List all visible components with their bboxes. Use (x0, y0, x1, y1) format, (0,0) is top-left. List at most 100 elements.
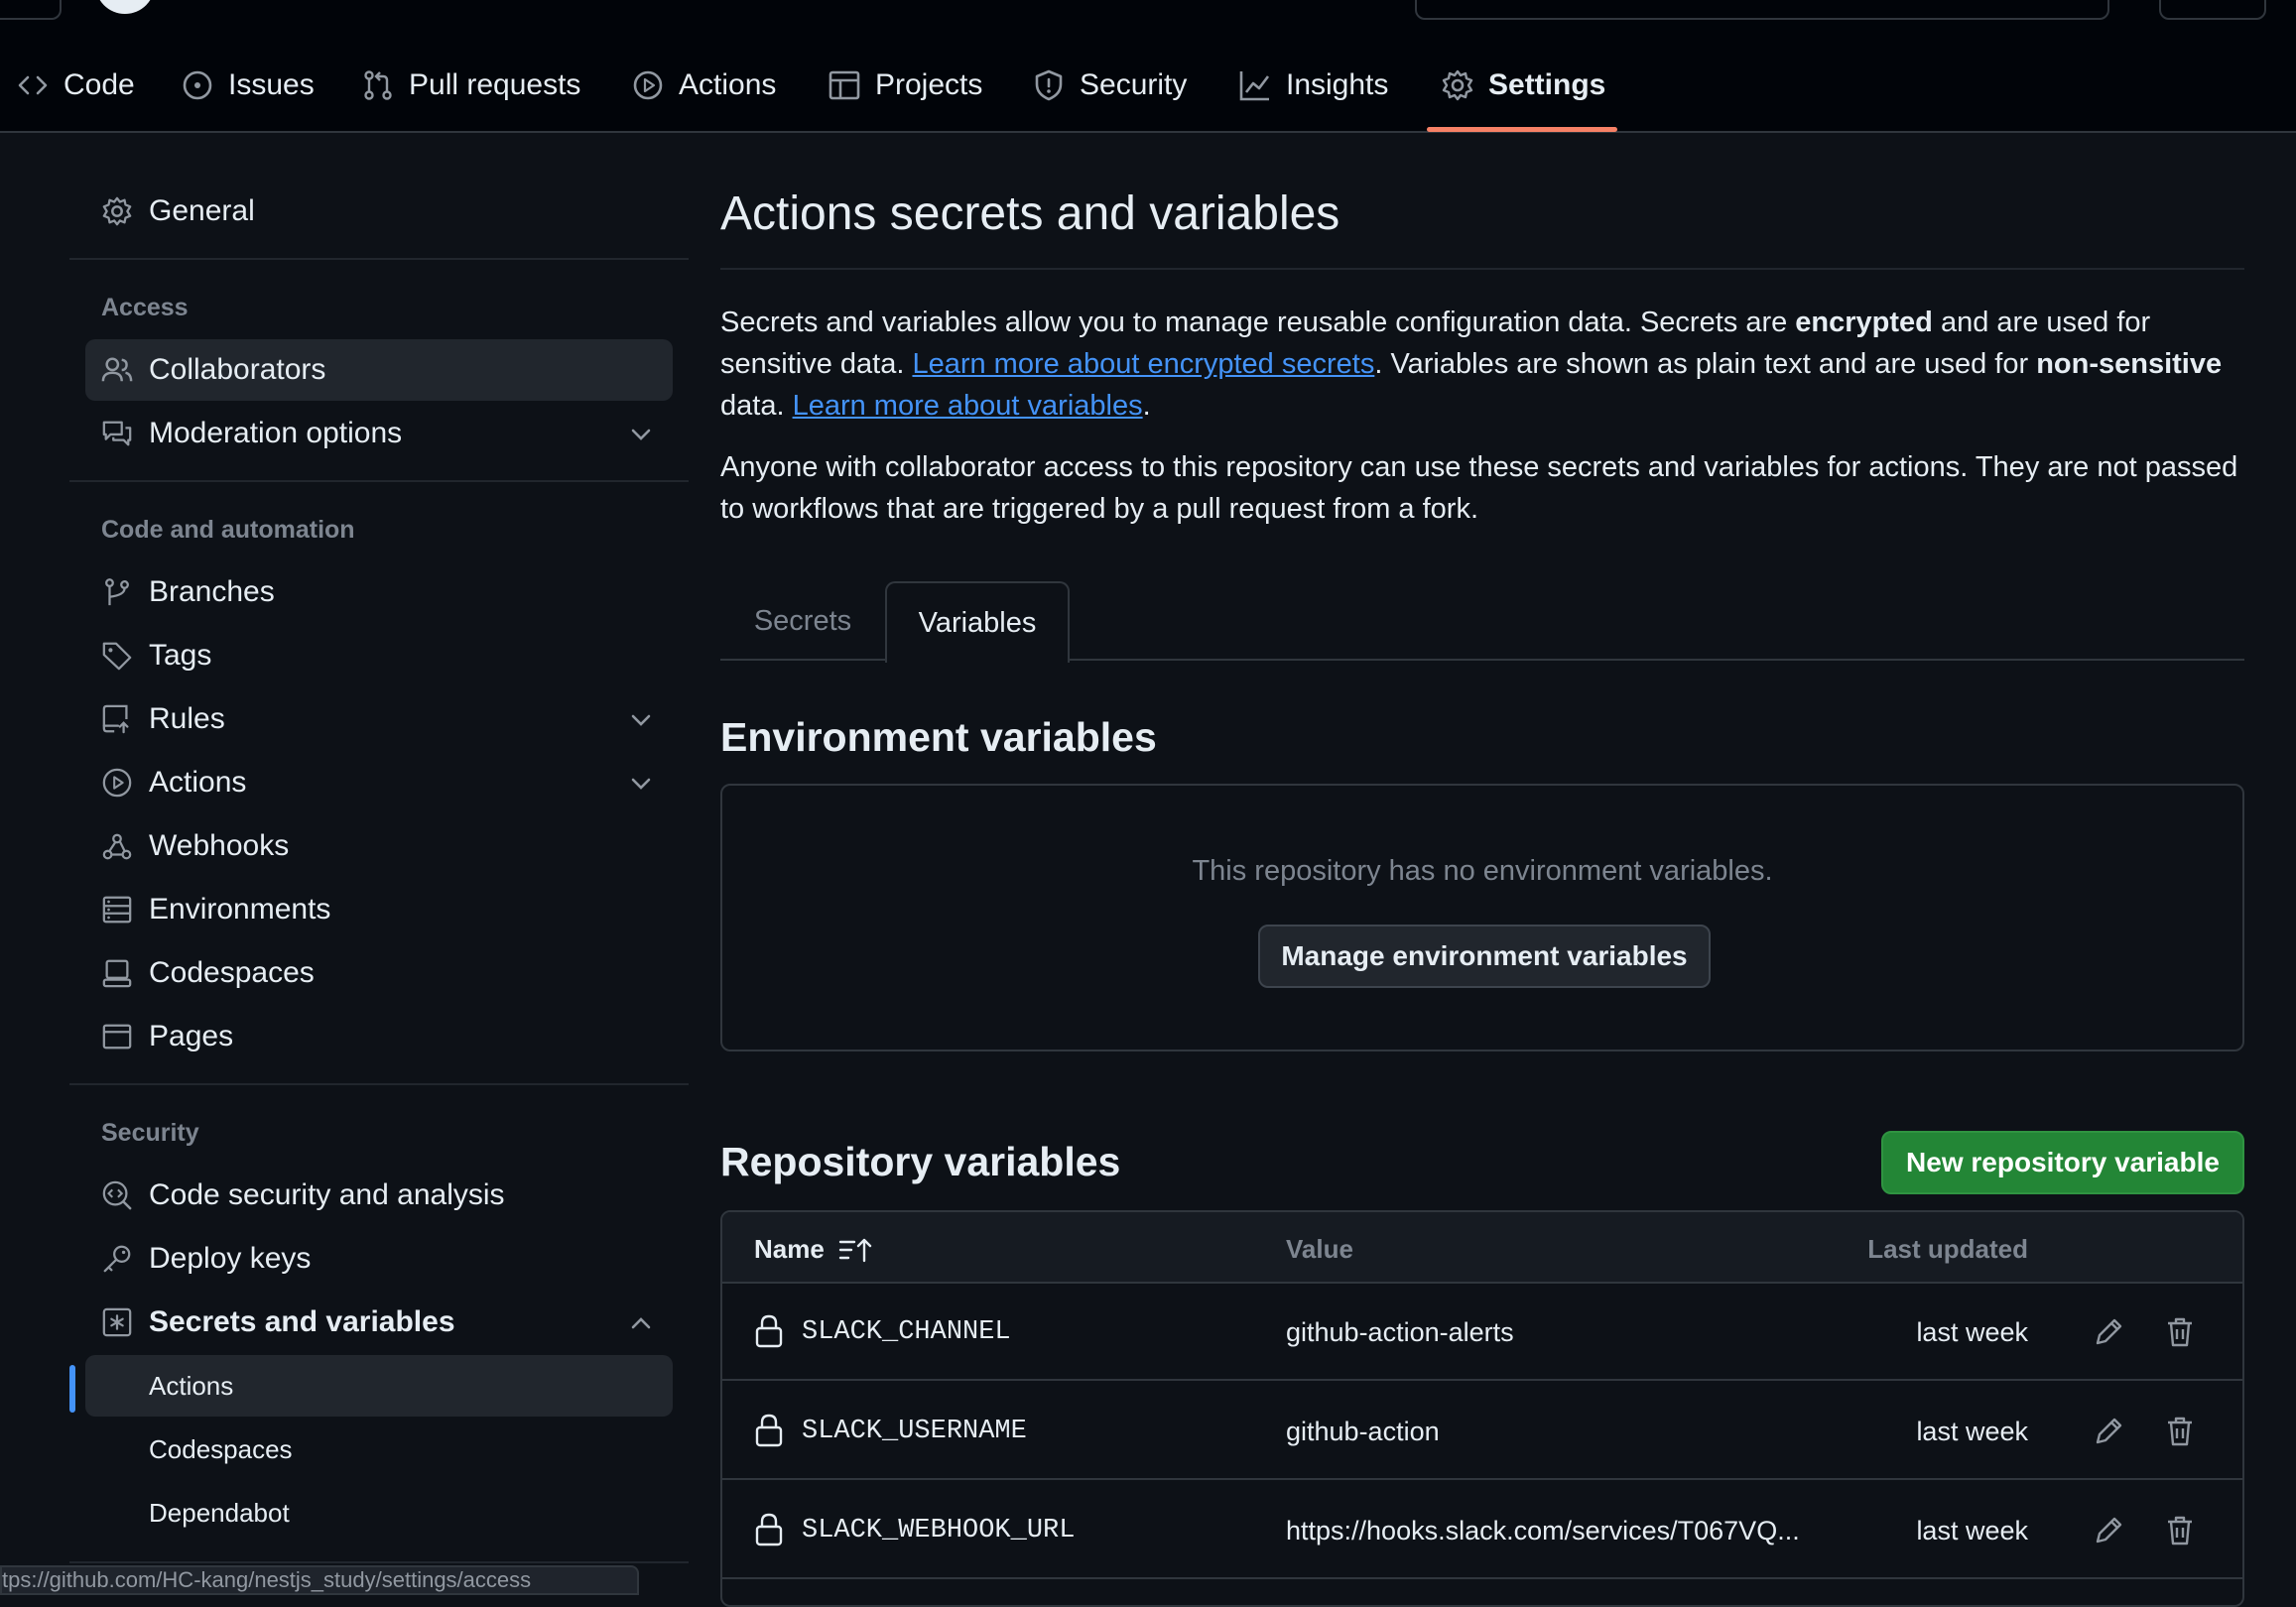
sidebar-item-label: Pages (149, 1020, 234, 1052)
tab-insights[interactable]: Insights (1238, 55, 1388, 116)
key-asterisk-icon (101, 1306, 133, 1338)
sidebar-item-webhooks[interactable]: Webhooks (85, 815, 673, 877)
tab-issues[interactable]: Issues (181, 55, 315, 116)
pencil-icon[interactable] (2092, 1315, 2125, 1349)
sidebar-divider (69, 480, 689, 482)
gear-icon (1441, 68, 1474, 102)
tab-actions[interactable]: Actions (631, 55, 776, 116)
sidebar-item-deploy-keys[interactable]: Deploy keys (85, 1228, 673, 1290)
table-row: SLACK_WEBHOOK_URL https://hooks.slack.co… (722, 1482, 2242, 1579)
tab-security[interactable]: Security (1032, 55, 1187, 116)
search-input[interactable] (1415, 0, 2109, 20)
sidebar-subitem-codespaces[interactable]: Codespaces (85, 1419, 673, 1480)
learn-variables-link[interactable]: Learn more about variables (793, 390, 1143, 422)
table-row: SLACK_CHANNEL github-action-alerts last … (722, 1284, 2242, 1381)
chevron-down-icon (629, 708, 653, 732)
sidebar-item-general[interactable]: General (85, 181, 673, 242)
sidebar-item-actions[interactable]: Actions (85, 752, 673, 813)
sidebar-item-label: Webhooks (149, 829, 290, 862)
intro-text: . (1142, 390, 1151, 422)
tab-secrets[interactable]: Secrets (720, 581, 885, 661)
repository-variables-heading: Repository variables (720, 1139, 1121, 1184)
intro-bold-non-sensitive: non-sensitive (2036, 348, 2223, 380)
intro-text: Secrets and variables allow you to manag… (720, 307, 1796, 338)
gear-icon (101, 195, 133, 227)
sidebar-item-label: Actions (149, 1370, 234, 1401)
repo-header: Code Issues Pull requests Actions Projec… (0, 0, 2296, 133)
sidebar-item-label: Rules (149, 702, 225, 735)
webhook-icon (101, 830, 133, 862)
tab-projects[interactable]: Projects (828, 55, 982, 116)
tab-projects-label: Projects (875, 68, 983, 101)
tab-settings-label: Settings (1488, 68, 1606, 101)
menu-button[interactable] (0, 0, 62, 20)
create-new-button[interactable] (2159, 0, 2266, 20)
tab-pull-requests[interactable]: Pull requests (361, 55, 580, 116)
sidebar-item-environments[interactable]: Environments (85, 879, 673, 940)
table-header: Name Value Last updated (722, 1212, 2242, 1284)
sidebar-subitem-dependabot[interactable]: Dependabot (85, 1482, 673, 1544)
lock-icon (754, 1313, 784, 1349)
column-header-value: Value (1286, 1234, 1353, 1264)
tab-code[interactable]: Code (16, 55, 135, 116)
column-name-sort[interactable]: Name (754, 1234, 874, 1265)
trash-icon[interactable] (2163, 1514, 2197, 1547)
sidebar-item-label: Secrets and variables (149, 1305, 455, 1338)
sidebar-item-secrets-variables[interactable]: Secrets and variables (85, 1292, 673, 1353)
trash-icon[interactable] (2163, 1415, 2197, 1448)
sidebar-item-collaborators[interactable]: Collaborators (85, 339, 673, 401)
sidebar-item-label: Codespaces (149, 1433, 293, 1464)
codescan-icon (101, 1179, 133, 1211)
sidebar-divider (69, 1083, 689, 1085)
trash-icon[interactable] (2163, 1315, 2197, 1349)
pencil-icon[interactable] (2092, 1415, 2125, 1448)
sidebar-heading-security: Security (101, 1119, 199, 1147)
people-icon (101, 354, 133, 386)
learn-encrypted-secrets-link[interactable]: Learn more about encrypted secrets (912, 348, 1374, 380)
manage-environment-variables-button[interactable]: Manage environment variables (1258, 925, 1711, 988)
table-row: SLACK_USERNAME github-action last week (722, 1383, 2242, 1480)
sidebar-subitem-actions[interactable]: Actions (85, 1355, 673, 1417)
status-bar-url: tps://github.com/HC-kang/nestjs_study/se… (0, 1565, 639, 1595)
variable-value: github-action (1286, 1417, 1440, 1446)
play-icon (631, 68, 665, 102)
git-pull-request-icon (361, 68, 395, 102)
sidebar-divider (69, 1561, 689, 1563)
lock-icon (754, 1512, 784, 1547)
sidebar-item-rules[interactable]: Rules (85, 688, 673, 750)
variable-name: SLACK_USERNAME (802, 1417, 1027, 1446)
sidebar-item-label: Code security and analysis (149, 1178, 505, 1211)
tab-variables[interactable]: Variables (885, 581, 1070, 663)
title-divider (720, 268, 2244, 270)
tab-settings[interactable]: Settings (1441, 55, 1605, 116)
sidebar-item-tags[interactable]: Tags (85, 625, 673, 686)
page-title: Actions secrets and variables (720, 187, 1340, 240)
sidebar-item-moderation[interactable]: Moderation options (85, 403, 673, 464)
sidebar-item-label: Dependabot (149, 1497, 290, 1528)
pencil-icon[interactable] (2092, 1514, 2125, 1547)
github-logo-icon[interactable] (91, 0, 159, 22)
intro-bold-encrypted: encrypted (1795, 307, 1933, 338)
sidebar-item-code-security[interactable]: Code security and analysis (85, 1165, 673, 1226)
tab-code-label: Code (64, 68, 135, 101)
variable-value: https://hooks.slack.com/services/T067VQ.… (1286, 1516, 1800, 1545)
table-icon (828, 68, 861, 102)
environment-variables-heading: Environment variables (720, 714, 1157, 760)
sidebar-item-branches[interactable]: Branches (85, 561, 673, 623)
sidebar-item-label: Deploy keys (149, 1242, 312, 1275)
sidebar-item-codespaces[interactable]: Codespaces (85, 942, 673, 1004)
variable-name: SLACK_WEBHOOK_URL (802, 1516, 1076, 1545)
chevron-down-icon (629, 772, 653, 796)
intro-text: data. (720, 390, 793, 422)
key-icon (101, 1243, 133, 1275)
sidebar-divider (69, 258, 689, 260)
variable-updated: last week (1916, 1516, 2028, 1545)
tab-pull-requests-label: Pull requests (409, 68, 581, 101)
column-header-last-updated: Last updated (1867, 1234, 2028, 1264)
sidebar-item-pages[interactable]: Pages (85, 1006, 673, 1067)
new-repository-variable-button[interactable]: New repository variable (1881, 1131, 2244, 1194)
sidebar-item-label: Tags (149, 639, 212, 672)
tag-icon (101, 640, 133, 672)
variable-updated: last week (1916, 1417, 2028, 1446)
sidebar-item-label: Actions (149, 766, 247, 799)
